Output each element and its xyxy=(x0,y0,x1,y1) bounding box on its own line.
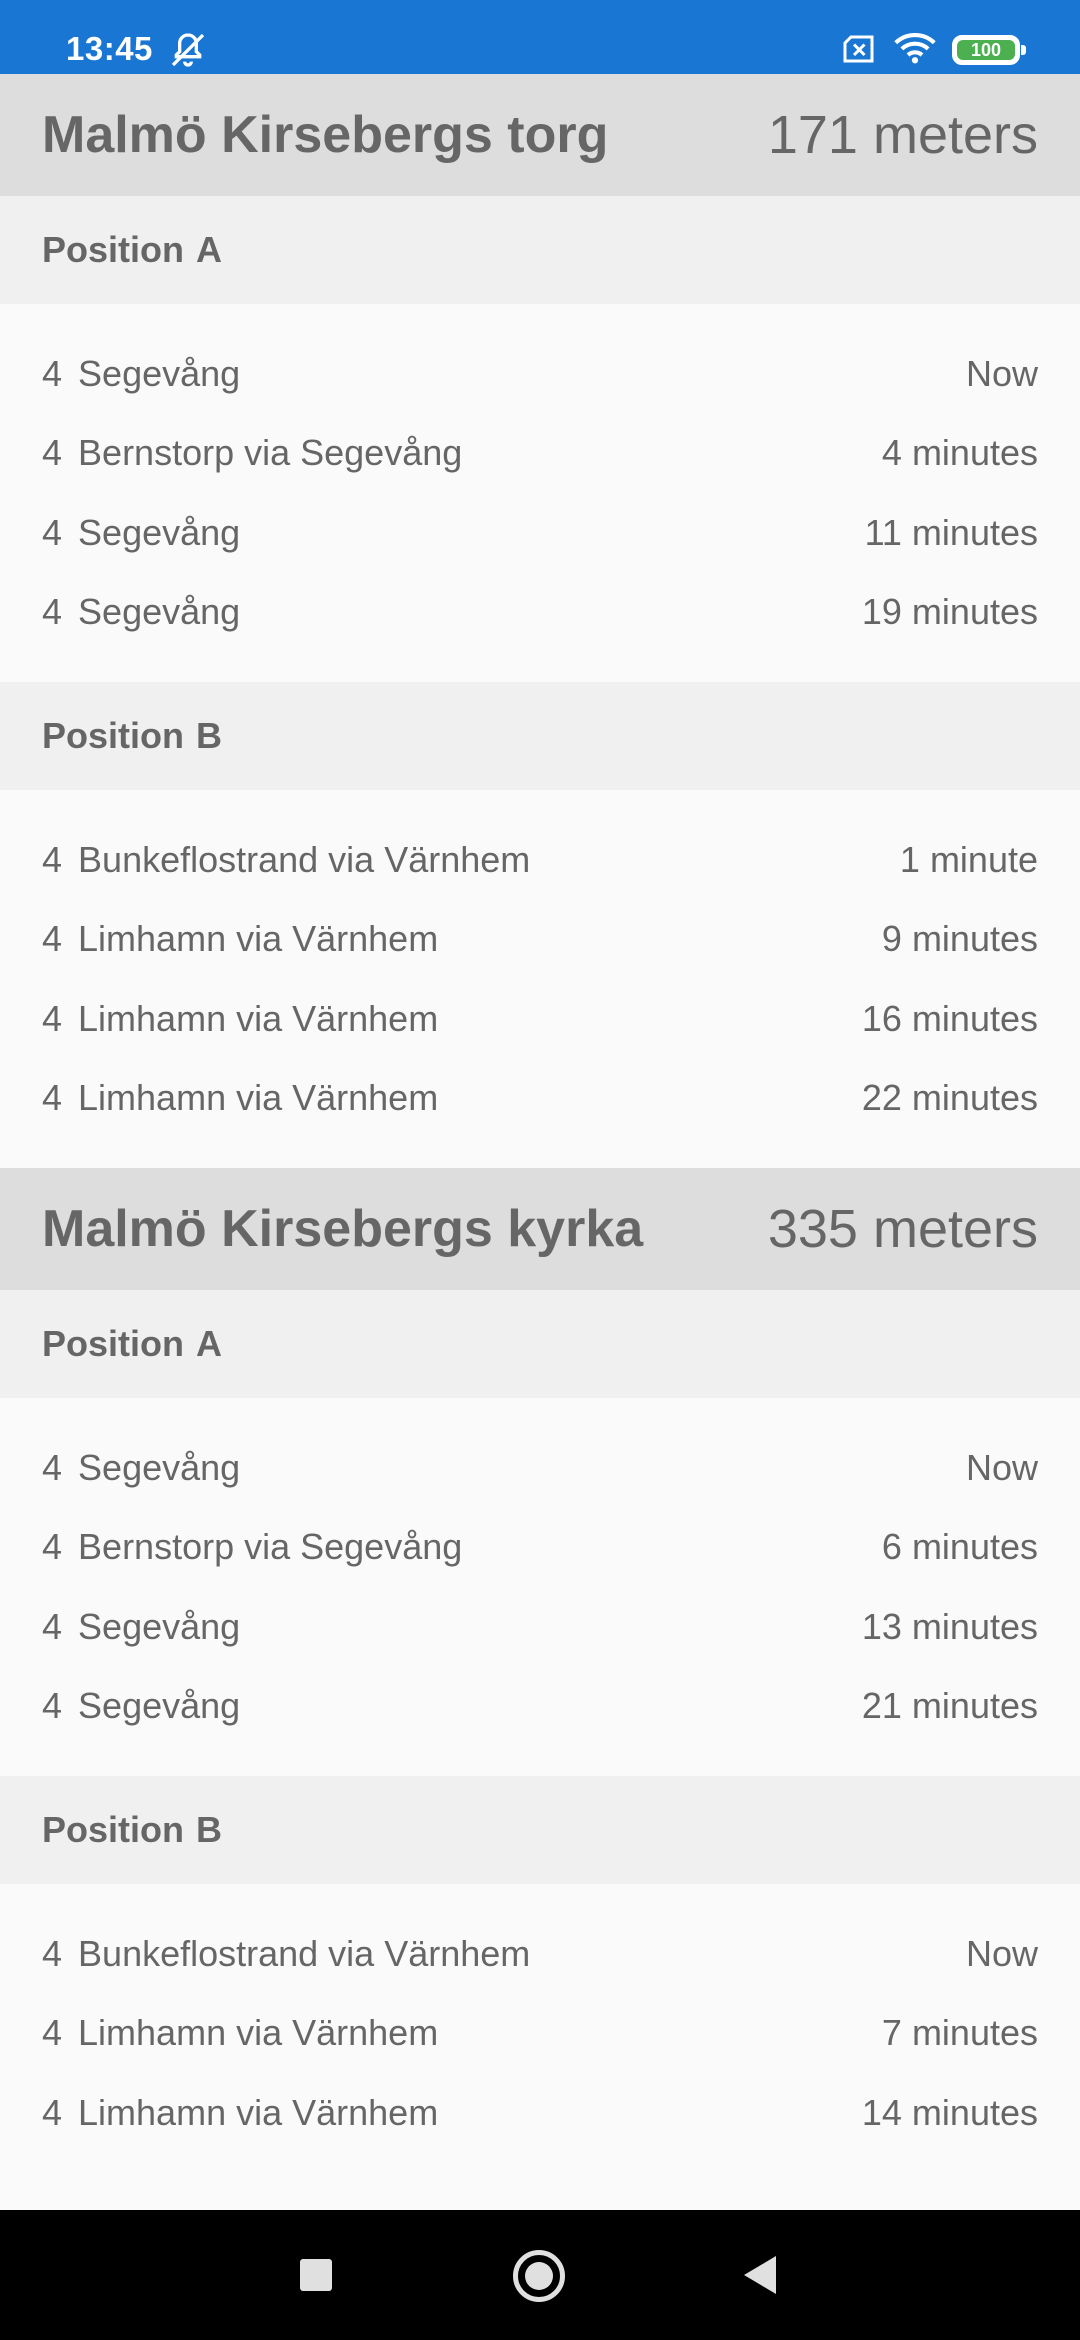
departure-group: 4 Segevång Now 4 Bernstorp via Segevång 6 … xyxy=(0,1398,1080,1776)
line-number: 4 xyxy=(42,1526,63,1568)
line-number: 4 xyxy=(42,432,63,474)
position-letter: B xyxy=(196,715,222,756)
destination: Bunkeflostrand via Värnhem xyxy=(78,838,531,880)
line-number: 4 xyxy=(42,511,63,553)
line-number: 4 xyxy=(42,918,63,960)
departure-row[interactable]: 4 Limhamn via Värnhem 14 minutes xyxy=(42,2073,1038,2153)
departure-time: Now xyxy=(965,352,1038,394)
recents-button[interactable] xyxy=(300,2259,332,2291)
departure-time: 22 minutes xyxy=(861,1077,1038,1119)
destination: Segevång xyxy=(78,1685,241,1727)
stop-distance: 335 meters xyxy=(767,1199,1038,1259)
departure-time: Now xyxy=(965,1932,1038,1974)
departure-row[interactable]: 4 Limhamn via Värnhem 7 minutes xyxy=(42,1994,1038,2074)
departure-row[interactable]: 4 Segevång 13 minutes xyxy=(42,1587,1038,1667)
position-label: Position xyxy=(42,1809,184,1850)
line-number: 4 xyxy=(42,2012,63,2054)
departure-row[interactable]: 4 Limhamn via Värnhem 9 minutes xyxy=(42,900,1038,980)
destination: Segevång xyxy=(78,511,241,553)
destination: Limhamn via Värnhem xyxy=(78,2091,439,2133)
navigation-bar xyxy=(0,2210,1080,2340)
departure-time: 21 minutes xyxy=(861,1685,1038,1727)
line-number: 4 xyxy=(42,1446,63,1488)
destination: Bernstorp via Segevång xyxy=(78,1526,463,1568)
line-number: 4 xyxy=(42,1932,63,1974)
position-letter: B xyxy=(196,1809,222,1850)
departure-time: 16 minutes xyxy=(861,997,1038,1039)
status-time: 13:45 xyxy=(66,30,153,67)
line-number: 4 xyxy=(42,2091,63,2133)
line-number: 4 xyxy=(42,997,63,1039)
destination: Limhamn via Värnhem xyxy=(78,918,439,960)
destination: Limhamn via Värnhem xyxy=(78,1077,439,1119)
position-label: Position xyxy=(42,715,184,756)
destination: Limhamn via Värnhem xyxy=(78,997,439,1039)
line-number: 4 xyxy=(42,1685,63,1727)
no-sim-icon xyxy=(843,35,874,63)
stop-header[interactable]: Malmö Kirsebergs kyrka 335 meters xyxy=(0,1168,1080,1290)
destination: Segevång xyxy=(78,1446,241,1488)
departure-time: 7 minutes xyxy=(881,2012,1038,2054)
position-header: Position B xyxy=(0,682,1080,790)
departure-row[interactable]: 4 Bunkeflostrand via Värnhem 1 minute xyxy=(42,820,1038,900)
position-label: Position xyxy=(42,229,184,270)
departure-row[interactable]: 4 Segevång Now xyxy=(42,334,1038,414)
departure-row[interactable]: 4 Segevång 19 minutes xyxy=(42,573,1038,653)
destination: Bunkeflostrand via Värnhem xyxy=(78,1932,531,1974)
back-button[interactable] xyxy=(744,2256,776,2294)
departure-group: 4 Bunkeflostrand via Värnhem Now 4 Limhamn… xyxy=(0,1884,1080,2183)
line-number: 4 xyxy=(42,352,63,394)
departure-group: 4 Bunkeflostrand via Värnhem 1 minute 4 Li… xyxy=(0,790,1080,1168)
departure-group: 4 Segevång Now 4 Bernstorp via Segevång 4 … xyxy=(0,304,1080,682)
wifi-icon xyxy=(894,32,936,64)
departure-time: 19 minutes xyxy=(861,591,1038,633)
position-letter: A xyxy=(196,229,222,270)
stop-name: Malmö Kirsebergs kyrka xyxy=(42,1200,644,1258)
position-header: Position A xyxy=(0,1290,1080,1398)
departures-list[interactable]: Malmö Kirsebergs torg 171 meters Positio… xyxy=(0,74,1080,2210)
departure-time: 11 minutes xyxy=(864,511,1038,553)
destination: Segevång xyxy=(78,1605,241,1647)
departure-time: Now xyxy=(965,1446,1038,1488)
line-number: 4 xyxy=(42,838,63,880)
departure-row[interactable]: 4 Segevång 21 minutes xyxy=(42,1667,1038,1747)
departure-row[interactable]: 4 Segevång Now xyxy=(42,1428,1038,1508)
position-letter: A xyxy=(196,1323,222,1364)
position-header: Position A xyxy=(0,196,1080,304)
line-number: 4 xyxy=(42,1605,63,1647)
line-number: 4 xyxy=(42,1077,63,1119)
destination: Segevång xyxy=(78,352,241,394)
battery-icon: 100 xyxy=(952,35,1026,65)
stop-name: Malmö Kirsebergs torg xyxy=(42,106,609,164)
destination: Limhamn via Värnhem xyxy=(78,2012,439,2054)
destination: Segevång xyxy=(78,591,241,633)
stop-distance: 171 meters xyxy=(767,105,1038,165)
departure-row[interactable]: 4 Bernstorp via Segevång 6 minutes xyxy=(42,1508,1038,1588)
status-bar: 13:45 100 xyxy=(0,0,1080,74)
position-label: Position xyxy=(42,1323,184,1364)
departure-time: 6 minutes xyxy=(881,1526,1038,1568)
destination: Bernstorp via Segevång xyxy=(78,432,463,474)
departure-row[interactable]: 4 Limhamn via Värnhem 22 minutes xyxy=(42,1059,1038,1139)
departure-row[interactable]: 4 Limhamn via Värnhem 16 minutes xyxy=(42,979,1038,1059)
home-button[interactable] xyxy=(513,2250,565,2302)
line-number: 4 xyxy=(42,591,63,633)
departure-time: 14 minutes xyxy=(861,2091,1038,2133)
departure-time: 4 minutes xyxy=(881,432,1038,474)
departure-row[interactable]: 4 Bunkeflostrand via Värnhem Now xyxy=(42,1914,1038,1994)
departure-time: 1 minute xyxy=(899,838,1038,880)
notifications-off-icon xyxy=(171,33,205,67)
departure-row[interactable]: 4 Segevång 11 minutes xyxy=(42,493,1038,573)
departure-time: 13 minutes xyxy=(861,1605,1038,1647)
departure-time: 9 minutes xyxy=(881,918,1038,960)
position-header: Position B xyxy=(0,1776,1080,1884)
stop-header[interactable]: Malmö Kirsebergs torg 171 meters xyxy=(0,74,1080,196)
battery-level: 100 xyxy=(957,40,1015,60)
departure-row[interactable]: 4 Bernstorp via Segevång 4 minutes xyxy=(42,414,1038,494)
